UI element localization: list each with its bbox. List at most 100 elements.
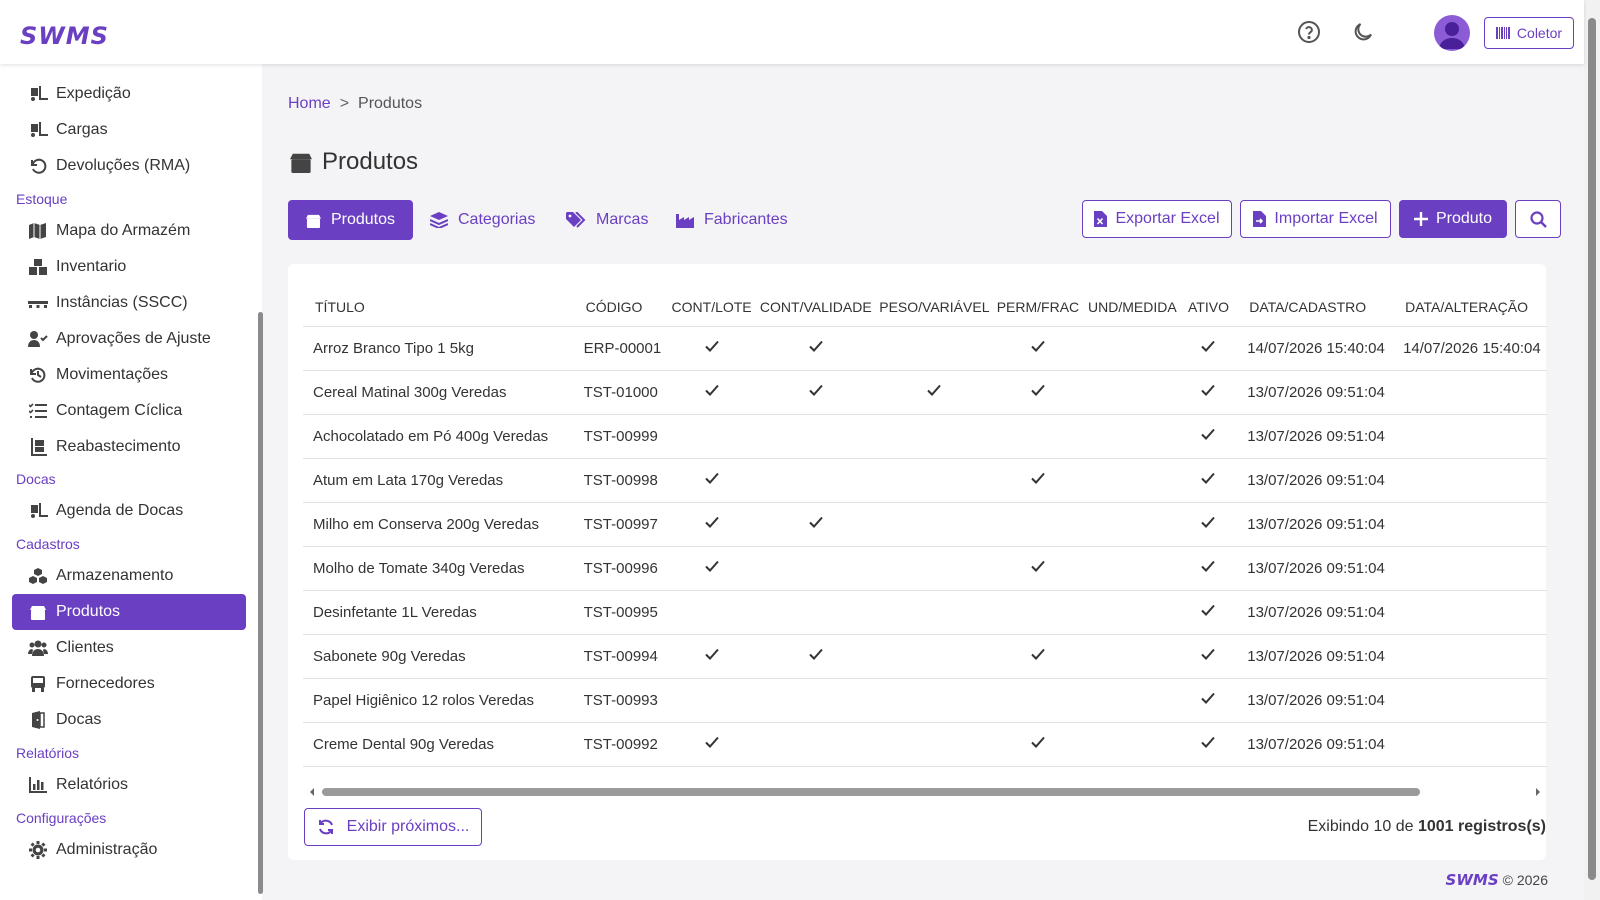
table-row[interactable]: Cereal Matinal 300g Veredas TST-01000 13/0… [303, 370, 1547, 415]
table-scrollbar-thumb[interactable] [322, 788, 1420, 796]
check-icon [1201, 736, 1216, 748]
sidebar-item-mapa-armazem[interactable]: Mapa do Armazém [12, 213, 246, 249]
tab-produtos[interactable]: Produtos [288, 200, 413, 240]
cell-codigo: TST-00995 [573, 590, 668, 635]
tab-categorias[interactable]: Categorias [412, 200, 553, 240]
check-icon [1031, 736, 1045, 748]
sidebar-item-clientes[interactable]: Clientes [12, 630, 246, 666]
check-icon [1201, 340, 1216, 352]
page-scrollbar-thumb[interactable] [1588, 18, 1596, 880]
undo-icon [28, 157, 48, 175]
help-icon[interactable] [1297, 20, 1321, 44]
tab-label: Marcas [596, 211, 649, 228]
cell-frac [992, 634, 1083, 679]
sidebar-item-instancias[interactable]: Instâncias (SSCC) [12, 285, 246, 321]
swms-logo[interactable]: SWMS [20, 22, 109, 50]
col-und-medida[interactable]: UND/MEDIDA [1082, 288, 1182, 327]
dolly-icon [28, 438, 48, 456]
table-row[interactable]: Papel Higiênico 12 rolos Veredas TST-0099… [303, 678, 1547, 723]
tags-icon [566, 212, 586, 228]
col-data-cadastro[interactable]: DATA/CADASTRO [1235, 288, 1392, 327]
sidebar-item-expedicao[interactable]: Expedição [12, 76, 246, 112]
page-title: Produtos [290, 148, 418, 176]
cell-lote [667, 502, 756, 547]
table-row[interactable]: Atum em Lata 170g Veredas TST-00998 13/07/… [303, 458, 1547, 503]
cell-titulo: Creme Dental 90g Veredas [303, 722, 574, 767]
page-vertical-scrollbar[interactable] [1584, 0, 1600, 900]
check-icon [1201, 560, 1216, 572]
cell-titulo: Milho em Conserva 200g Veredas [303, 502, 574, 547]
table-row[interactable]: Milho em Conserva 200g Veredas TST-00997 1… [303, 502, 1547, 547]
table-row[interactable]: Molho de Tomate 340g Veredas TST-00996 13/… [303, 546, 1547, 591]
coletor-button[interactable]: Coletor [1484, 17, 1574, 49]
add-produto-button[interactable]: Produto [1399, 200, 1507, 238]
cell-frac [992, 326, 1083, 371]
sidebar-item-relatorios[interactable]: Relatórios [12, 767, 246, 803]
sidebar-item-produtos[interactable]: Produtos [12, 594, 246, 630]
sidebar-item-label: Agenda de Docas [56, 502, 184, 519]
cell-codigo: TST-00993 [573, 678, 668, 723]
sidebar-item-administracao[interactable]: Administração [12, 832, 246, 868]
cell-lote [667, 546, 756, 591]
sidebar-item-label: Devoluções (RMA) [56, 157, 191, 174]
sidebar-item-devolucoes[interactable]: Devoluções (RMA) [12, 148, 246, 184]
footer: SWMS © 2026 [1446, 871, 1548, 889]
coletor-label: Coletor [1516, 25, 1563, 41]
sidebar-item-armazenamento[interactable]: Armazenamento [12, 558, 246, 594]
export-excel-button[interactable]: Exportar Excel [1082, 200, 1232, 238]
cell-frac [992, 370, 1083, 415]
col-ativo[interactable]: ATIVO [1181, 288, 1236, 327]
sidebar-item-contagem-ciclica[interactable]: Contagem Cíclica [12, 393, 246, 429]
check-icon [1031, 560, 1045, 572]
sidebar-scrollbar[interactable] [258, 312, 263, 894]
sidebar-item-label: Contagem Cíclica [56, 402, 183, 419]
table-row[interactable]: Arroz Branco Tipo 1 5kg ERP-00001 14/07/20… [303, 326, 1547, 371]
boxes-icon [28, 258, 48, 276]
cell-codigo: TST-00999 [573, 414, 668, 459]
sidebar-item-inventario[interactable]: Inventario [12, 249, 246, 285]
import-excel-button[interactable]: Importar Excel [1240, 200, 1391, 238]
tab-fabricantes[interactable]: Fabricantes [658, 200, 806, 240]
sidebar-item-fornecedores[interactable]: Fornecedores [12, 666, 246, 702]
sidebar-item-cargas[interactable]: Cargas [12, 112, 246, 148]
col-titulo[interactable]: TÍTULO [303, 288, 574, 327]
col-peso-variavel[interactable]: PESO/VARIÁVEL [875, 288, 993, 327]
user-avatar[interactable] [1434, 15, 1470, 51]
show-next-label: Exibir próximos... [346, 818, 470, 835]
cell-ativo [1181, 326, 1236, 371]
breadcrumb: Home > Produtos [288, 95, 422, 113]
check-icon [1031, 648, 1045, 660]
table-row[interactable]: Achocolatado em Pó 400g Veredas TST-00999… [303, 414, 1547, 459]
table-row[interactable]: Creme Dental 90g Veredas TST-00992 13/07/2… [303, 722, 1547, 767]
check-icon [704, 648, 719, 660]
search-button[interactable] [1515, 200, 1561, 238]
col-codigo[interactable]: CÓDIGO [573, 288, 668, 327]
col-cont-lote[interactable]: CONT/LOTE [667, 288, 756, 327]
section-configuracoes: Configurações [16, 810, 107, 826]
sidebar-item-agenda-docas[interactable]: Agenda de Docas [12, 493, 246, 529]
cell-data-cadastro: 14/07/2026 15:40:04 [1235, 326, 1392, 371]
table-horizontal-scrollbar[interactable] [308, 786, 1542, 798]
scroll-left-arrow-icon[interactable] [308, 787, 316, 797]
sidebar-item-reabastecimento[interactable]: Reabastecimento [12, 429, 246, 465]
col-cont-validade[interactable]: CONT/VALIDADE [755, 288, 876, 327]
cell-lote [667, 326, 756, 371]
col-data-alteracao[interactable]: DATA/ALTERAÇÃO [1391, 288, 1547, 327]
breadcrumb-home-link[interactable]: Home [288, 95, 331, 112]
tab-marcas[interactable]: Marcas [548, 200, 666, 240]
cell-peso [875, 326, 993, 371]
products-table-viewport: TÍTULO CÓDIGO CONT/LOTE CONT/VALIDADE PE… [303, 288, 1547, 768]
sidebar-item-docas[interactable]: Docas [12, 702, 246, 738]
col-perm-frac[interactable]: PERM/FRAC [992, 288, 1083, 327]
cell-data-alteracao: 14/07/2026 15:40:04 [1391, 326, 1547, 371]
table-row[interactable]: Sabonete 90g Veredas TST-00994 13/07/2026 … [303, 634, 1547, 679]
cell-codigo: ERP-00001 [573, 326, 668, 371]
sidebar-item-aprovacoes[interactable]: Aprovações de Ajuste [12, 321, 246, 357]
show-next-button[interactable]: Exibir próximos... [304, 808, 482, 846]
sidebar-item-label: Reabastecimento [56, 438, 181, 455]
scroll-right-arrow-icon[interactable] [1534, 787, 1542, 797]
truck-loading-icon [28, 502, 48, 520]
sidebar-item-movimentacoes[interactable]: Movimentações [12, 357, 246, 393]
table-row[interactable]: Desinfetante 1L Veredas TST-00995 13/07/20… [303, 590, 1547, 635]
moon-icon[interactable] [1351, 20, 1375, 44]
